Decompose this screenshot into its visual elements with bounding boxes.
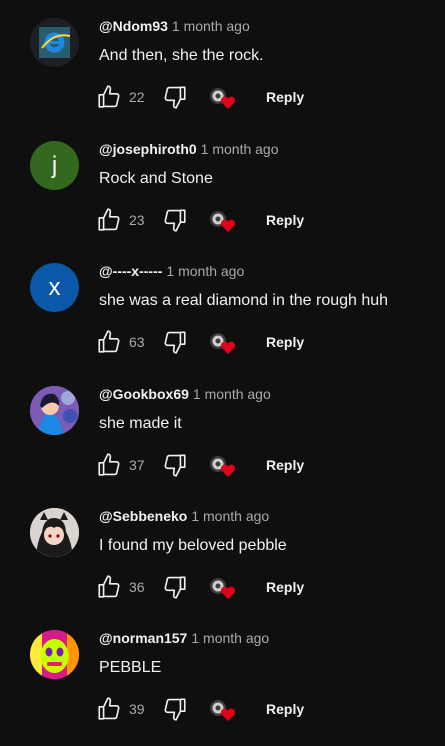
comment-text: PEBBLE [99,659,162,676]
creator-heart-icon [210,333,236,354]
comment-item: j @josephiroth0 1 month ago Rock and Ston… [0,123,445,245]
dislike-button[interactable] [162,84,188,110]
comment-actions: 36 Reply [96,574,436,600]
creator-heart-icon [210,456,236,477]
comment-actions: 37 Reply [96,452,436,478]
comment-author[interactable]: @Ndom93 [99,18,168,34]
avatar-letter: j [51,151,58,179]
comment-author[interactable]: @Gookbox69 [99,386,189,402]
like-count: 37 [129,457,145,473]
comment-timestamp[interactable]: 1 month ago [191,508,269,524]
creator-heart-badge [208,575,238,601]
like-button[interactable] [96,574,122,600]
comment-text: I found my beloved pebble [99,537,287,554]
comment-item: x @----x----- 1 month ago she was a real … [0,245,445,367]
thumbs-down-icon [164,698,186,721]
avatar-letter: x [48,273,61,301]
avatar[interactable] [30,630,79,679]
like-button[interactable] [96,207,122,233]
creator-heart-icon [210,700,236,721]
like-button[interactable] [96,696,122,722]
browser-logo-avatar-icon [30,18,79,67]
reply-button[interactable]: Reply [266,89,304,105]
reply-button[interactable]: Reply [266,212,304,228]
like-count: 23 [129,212,145,228]
avatar[interactable] [30,386,79,435]
comment-timestamp[interactable]: 1 month ago [193,386,271,402]
like-count: 36 [129,579,145,595]
dislike-button[interactable] [162,329,188,355]
comment-text: she made it [99,415,182,432]
comment-item: @Ndom93 1 month ago And then, she the roc… [0,0,445,122]
thumbs-down-icon [164,209,186,232]
thumbs-up-icon [98,85,120,108]
comment-timestamp[interactable]: 1 month ago [191,630,269,646]
comment-actions: 22 Reply [96,84,436,110]
avatar[interactable]: j [30,141,79,190]
anime-character-avatar-icon [30,386,79,435]
comment-author[interactable]: @norman157 [99,630,187,646]
comment-author[interactable]: @Sebbeneko [99,508,187,524]
comment-text: she was a real diamond in the rough huh [99,292,389,309]
colorful-face-avatar-icon [30,630,79,679]
thumbs-down-icon [164,331,186,354]
comment-meta: @Ndom93 1 month ago [99,18,250,34]
comment-actions: 63 Reply [96,329,436,355]
like-button[interactable] [96,329,122,355]
comment-item: @Gookbox69 1 month ago she made it 37 Rep… [0,368,445,490]
thumbs-up-icon [98,697,120,720]
reply-button[interactable]: Reply [266,457,304,473]
creator-heart-icon [210,578,236,599]
dislike-button[interactable] [162,452,188,478]
creator-heart-icon [210,88,236,109]
thumbs-up-icon [98,330,120,353]
like-button[interactable] [96,84,122,110]
reply-button[interactable]: Reply [266,579,304,595]
comment-actions: 23 Reply [96,207,436,233]
dislike-button[interactable] [162,574,188,600]
thumbs-up-icon [98,575,120,598]
comment-author[interactable]: @josephiroth0 [99,141,197,157]
avatar[interactable] [30,508,79,557]
creator-heart-badge [208,453,238,479]
comment-timestamp[interactable]: 1 month ago [166,263,244,279]
thumbs-up-icon [98,208,120,231]
comment-meta: @----x----- 1 month ago [99,263,244,279]
thumbs-down-icon [164,576,186,599]
comment-timestamp[interactable]: 1 month ago [201,141,279,157]
comment-item: @norman157 1 month ago PEBBLE 39 Reply [0,612,445,734]
anime-character-avatar-icon [30,508,79,557]
reply-button[interactable]: Reply [266,334,304,350]
comment-timestamp[interactable]: 1 month ago [172,18,250,34]
comment-meta: @Gookbox69 1 month ago [99,386,271,402]
thumbs-up-icon [98,453,120,476]
dislike-button[interactable] [162,696,188,722]
comment-text: And then, she the rock. [99,47,264,64]
comment-actions: 39 Reply [96,696,436,722]
comment-meta: @josephiroth0 1 month ago [99,141,279,157]
like-count: 39 [129,701,145,717]
creator-heart-badge [208,330,238,356]
comment-text: Rock and Stone [99,170,213,187]
like-count: 63 [129,334,145,350]
thumbs-down-icon [164,86,186,109]
like-button[interactable] [96,452,122,478]
comment-item: @Sebbeneko 1 month ago I found my beloved… [0,490,445,612]
avatar[interactable]: x [30,263,79,312]
comment-author[interactable]: @----x----- [99,263,162,279]
creator-heart-badge [208,697,238,723]
comment-meta: @Sebbeneko 1 month ago [99,508,269,524]
comment-meta: @norman157 1 month ago [99,630,269,646]
thumbs-down-icon [164,454,186,477]
like-count: 22 [129,89,145,105]
dislike-button[interactable] [162,207,188,233]
creator-heart-icon [210,211,236,232]
creator-heart-badge [208,208,238,234]
reply-button[interactable]: Reply [266,701,304,717]
creator-heart-badge [208,85,238,111]
avatar[interactable] [30,18,79,67]
